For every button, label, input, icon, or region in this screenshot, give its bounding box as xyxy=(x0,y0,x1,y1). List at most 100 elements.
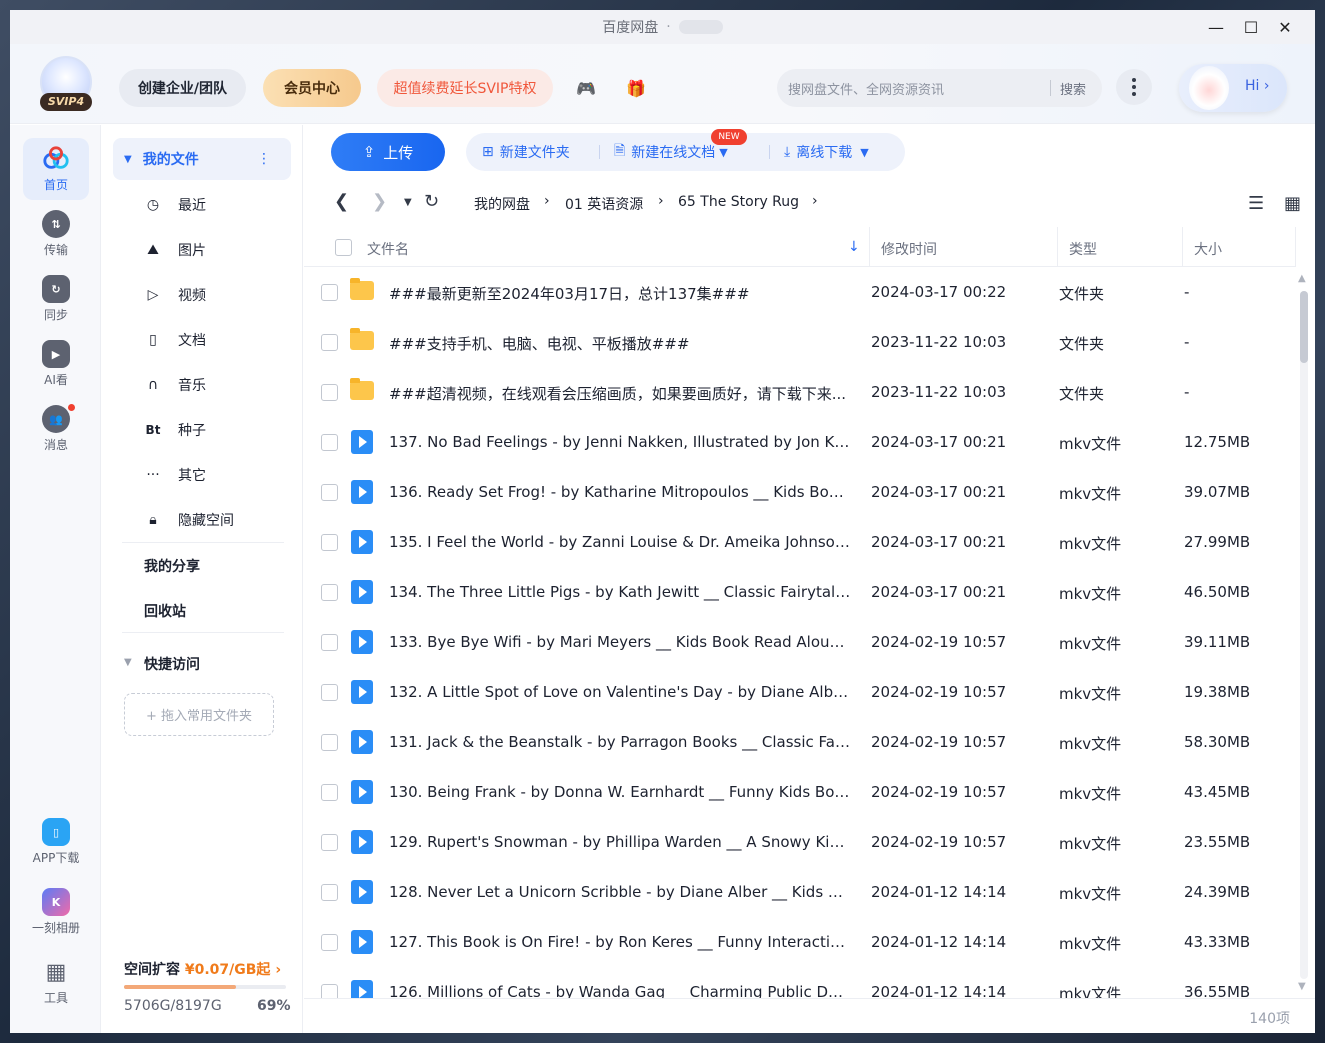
rail-ai[interactable]: ▶ AI看 xyxy=(23,333,89,395)
column-separator[interactable] xyxy=(1295,227,1296,267)
table-row[interactable]: ###支持手机、电脑、电视、平板播放### 2023-11-22 10:03 文件夹… xyxy=(304,318,1296,368)
scroll-track[interactable] xyxy=(1300,291,1308,979)
file-name[interactable]: ###支持手机、电脑、电视、平板播放### xyxy=(389,333,851,354)
sidebar-recycle-bin[interactable]: 回收站 xyxy=(144,601,186,621)
row-checkbox[interactable] xyxy=(321,434,338,451)
search-box[interactable]: 搜网盘文件、全网资源资讯 搜索 xyxy=(777,69,1102,107)
sidebar-my-files[interactable]: ▼ 我的文件 ⋮ xyxy=(113,138,291,180)
table-row[interactable]: 132. A Little Spot of Love on Valentine'… xyxy=(304,668,1296,718)
file-name[interactable]: 134. The Three Little Pigs - by Kath Jew… xyxy=(389,583,851,601)
table-row[interactable]: 134. The Three Little Pigs - by Kath Jew… xyxy=(304,568,1296,618)
breadcrumb-item[interactable]: 01 英语资源 xyxy=(565,194,643,214)
sidebar-my-share[interactable]: 我的分享 xyxy=(144,556,200,576)
assistant-pill[interactable]: Hi › xyxy=(1179,64,1287,112)
row-checkbox[interactable] xyxy=(321,734,338,751)
row-checkbox[interactable] xyxy=(321,584,338,601)
select-all-checkbox[interactable] xyxy=(335,239,352,256)
quota-expand-link[interactable]: 空间扩容 ¥0.07/GB起 › xyxy=(124,959,281,979)
table-row[interactable]: 133. Bye Bye Wifi - by Mari Meyers __ Ki… xyxy=(304,618,1296,668)
file-name[interactable]: 126. Millions of Cats - by Wanda Gag __ … xyxy=(389,983,851,998)
maximize-button[interactable]: ☐ xyxy=(1234,10,1268,44)
table-row[interactable]: 129. Rupert's Snowman - by Phillipa Ward… xyxy=(304,818,1296,868)
history-dropdown-icon[interactable]: ▼ xyxy=(404,197,412,208)
more-menu-button[interactable] xyxy=(1116,69,1152,105)
quick-access-triangle-icon[interactable]: ▼ xyxy=(124,657,132,668)
grid-view-icon[interactable]: ▦ xyxy=(1284,193,1301,214)
file-name[interactable]: ###超清视频，在线观看会压缩画质，如果要画质好，请下载下来... xyxy=(389,383,851,404)
row-checkbox[interactable] xyxy=(321,984,338,998)
collapse-triangle-icon[interactable]: ▼ xyxy=(124,154,132,165)
new-folder-button[interactable]: ⊞ 新建文件夹 xyxy=(482,133,570,171)
file-name[interactable]: 132. A Little Spot of Love on Valentine'… xyxy=(389,683,851,701)
sort-list-icon[interactable]: ☰ xyxy=(1248,193,1264,214)
row-checkbox[interactable] xyxy=(321,834,338,851)
breadcrumb-item[interactable]: 65 The Story Rug xyxy=(678,194,799,210)
file-name[interactable]: 135. I Feel the World - by Zanni Louise … xyxy=(389,533,851,551)
rail-album[interactable]: K 一刻相册 xyxy=(23,881,89,943)
row-checkbox[interactable] xyxy=(321,284,338,301)
row-checkbox[interactable] xyxy=(321,534,338,551)
header-size[interactable]: 大小 xyxy=(1194,239,1222,259)
row-checkbox[interactable] xyxy=(321,634,338,651)
row-checkbox[interactable] xyxy=(321,384,338,401)
scroll-thumb[interactable] xyxy=(1300,291,1308,363)
sort-down-arrow-icon[interactable]: ↓ xyxy=(848,239,860,255)
my-files-more-icon[interactable]: ⋮ xyxy=(257,151,271,167)
rail-message[interactable]: 👥 消息 xyxy=(23,398,89,460)
table-row[interactable]: 136. Ready Set Frog! - by Katharine Mitr… xyxy=(304,468,1296,518)
table-row[interactable]: 130. Being Frank - by Donna W. Earnhardt… xyxy=(304,768,1296,818)
sidebar-item-images[interactable]: ⛰ 图片 xyxy=(142,235,206,265)
column-separator[interactable] xyxy=(1057,227,1058,267)
gift-icon[interactable]: 🎁 xyxy=(621,73,651,103)
table-row[interactable]: 126. Millions of Cats - by Wanda Gag __ … xyxy=(304,968,1296,998)
sidebar-item-music[interactable]: ∩ 音乐 xyxy=(142,370,206,400)
file-name[interactable]: 133. Bye Bye Wifi - by Mari Meyers __ Ki… xyxy=(389,633,851,651)
rail-app-download[interactable]: ▯ APP下载 xyxy=(23,811,89,873)
svip-renew-button[interactable]: 超值续费延长SVIP特权 xyxy=(377,69,553,107)
rail-tools[interactable]: ▦ 工具 xyxy=(23,951,89,1013)
sidebar-item-docs[interactable]: ▯ 文档 xyxy=(142,325,206,355)
vertical-scrollbar[interactable]: ▲ ▼ xyxy=(1298,273,1310,995)
sidebar-quick-access[interactable]: 快捷访问 xyxy=(144,654,200,674)
quick-access-drop-zone[interactable]: + 拖入常用文件夹 xyxy=(124,693,274,736)
sidebar-item-hidden-space[interactable]: 🔒︎ 隐藏空间 xyxy=(142,505,234,535)
row-checkbox[interactable] xyxy=(321,884,338,901)
header-file-name[interactable]: 文件名 xyxy=(367,239,409,259)
column-separator[interactable] xyxy=(1182,227,1183,267)
back-arrow-icon[interactable]: ❮ xyxy=(334,191,349,212)
search-button[interactable]: 搜索 xyxy=(1060,79,1086,98)
row-checkbox[interactable] xyxy=(321,684,338,701)
scroll-up-arrow-icon[interactable]: ▲ xyxy=(1298,273,1306,284)
minimize-button[interactable]: — xyxy=(1199,10,1233,44)
sidebar-item-other[interactable]: ··· 其它 xyxy=(142,460,206,490)
row-checkbox[interactable] xyxy=(321,784,338,801)
rail-sync[interactable]: ↻ 同步 xyxy=(23,268,89,330)
rail-home[interactable]: 首页 xyxy=(23,138,89,200)
table-row[interactable]: 137. No Bad Feelings - by Jenni Nakken, … xyxy=(304,418,1296,468)
table-row[interactable]: ###超清视频，在线观看会压缩画质，如果要画质好，请下载下来... 2023-11… xyxy=(304,368,1296,418)
table-row[interactable]: 127. This Book is On Fire! - by Ron Kere… xyxy=(304,918,1296,968)
offline-download-button[interactable]: ⤓ 离线下载 ▼ xyxy=(784,133,869,171)
table-row[interactable]: 131. Jack & the Beanstalk - by Parragon … xyxy=(304,718,1296,768)
refresh-icon[interactable]: ↻ xyxy=(424,191,439,212)
sidebar-item-torrent[interactable]: Bt 种子 xyxy=(142,415,206,445)
file-name[interactable]: 130. Being Frank - by Donna W. Earnhardt… xyxy=(389,783,851,801)
rail-transfer[interactable]: ⇅ 传输 xyxy=(23,203,89,265)
file-name[interactable]: 131. Jack & the Beanstalk - by Parragon … xyxy=(389,733,851,751)
table-row[interactable]: 128. Never Let a Unicorn Scribble - by D… xyxy=(304,868,1296,918)
gamepad-icon[interactable]: 🎮 xyxy=(571,73,601,103)
file-name[interactable]: 129. Rupert's Snowman - by Phillipa Ward… xyxy=(389,833,851,851)
sidebar-item-videos[interactable]: ▷ 视频 xyxy=(142,280,206,310)
row-checkbox[interactable] xyxy=(321,334,338,351)
file-name[interactable]: ###最新更新至2024年03月17日，总计137集### xyxy=(389,283,851,304)
table-row[interactable]: ###最新更新至2024年03月17日，总计137集### 2024-03-17 … xyxy=(304,268,1296,318)
file-name[interactable]: 128. Never Let a Unicorn Scribble - by D… xyxy=(389,883,851,901)
scroll-down-arrow-icon[interactable]: ▼ xyxy=(1298,981,1306,992)
close-button[interactable]: ✕ xyxy=(1268,10,1302,44)
row-checkbox[interactable] xyxy=(321,484,338,501)
create-team-button[interactable]: 创建企业/团队 xyxy=(119,69,246,107)
search-input[interactable]: 搜网盘文件、全网资源资讯 xyxy=(788,79,1050,98)
breadcrumb-item[interactable]: 我的网盘 xyxy=(474,194,530,214)
file-name[interactable]: 136. Ready Set Frog! - by Katharine Mitr… xyxy=(389,483,851,501)
upload-button[interactable]: ⇪ 上传 xyxy=(331,133,445,171)
